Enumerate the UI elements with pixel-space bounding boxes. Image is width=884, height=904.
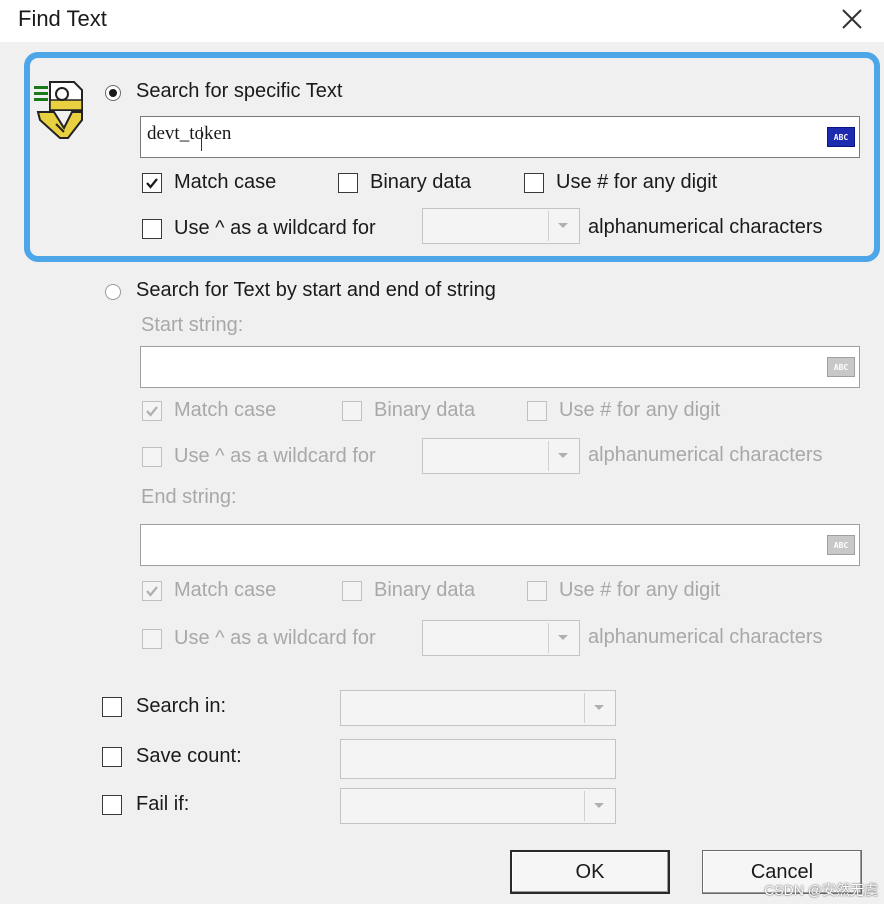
specific-binary-data-checkbox[interactable] <box>338 173 358 193</box>
title-bar: Find Text <box>0 0 884 40</box>
start-wildcard-checkbox[interactable] <box>142 447 162 467</box>
specific-text-input[interactable]: devt_token ABC <box>140 116 860 158</box>
save-count-label: Save count: <box>136 745 242 767</box>
checkmark-icon <box>146 586 158 597</box>
end-wildcard-select[interactable] <box>422 620 580 656</box>
specific-match-case-checkbox[interactable] <box>142 173 162 193</box>
checkmark-icon <box>146 178 158 189</box>
specific-digit-checkbox[interactable] <box>524 173 544 193</box>
end-binary-data-label: Binary data <box>374 579 476 601</box>
start-string-input[interactable]: ABC <box>140 346 860 388</box>
specific-wildcard-label: Use ^ as a wildcard for <box>174 217 376 239</box>
end-string-input[interactable]: ABC <box>140 524 860 566</box>
abc-icon[interactable]: ABC <box>827 127 855 147</box>
start-wildcard-label: Use ^ as a wildcard for <box>174 445 376 467</box>
chevron-down-icon <box>594 705 604 710</box>
find-text-dialog: Find Text Search for specific Text devt_… <box>0 0 884 904</box>
fail-if-select[interactable] <box>340 788 616 824</box>
dropdown-arrow <box>584 693 613 723</box>
radio-specific-text[interactable] <box>105 85 121 101</box>
abc-icon[interactable]: ABC <box>827 357 855 377</box>
start-match-case-checkbox[interactable] <box>142 401 162 421</box>
start-string-label: Start string: <box>141 314 244 336</box>
search-in-select[interactable] <box>340 690 616 726</box>
specific-alnum-label: alphanumerical characters <box>588 216 823 238</box>
radio-specific-text-label: Search for specific Text <box>136 80 343 102</box>
dropdown-arrow <box>584 791 613 821</box>
close-button[interactable] <box>834 2 870 36</box>
start-binary-data-label: Binary data <box>374 399 476 421</box>
end-alnum-label: alphanumerical characters <box>588 626 823 648</box>
radio-start-end-label: Search for Text by start and end of stri… <box>136 279 496 301</box>
text-cursor <box>201 127 202 151</box>
fail-if-label: Fail if: <box>136 793 190 815</box>
end-binary-data-checkbox[interactable] <box>342 581 362 601</box>
ok-button[interactable]: OK <box>510 850 670 894</box>
search-in-checkbox[interactable] <box>102 697 122 717</box>
end-match-case-checkbox[interactable] <box>142 581 162 601</box>
start-digit-label: Use # for any digit <box>559 399 721 421</box>
dropdown-arrow <box>548 623 577 653</box>
end-wildcard-label: Use ^ as a wildcard for <box>174 627 376 649</box>
save-count-checkbox[interactable] <box>102 747 122 767</box>
chevron-down-icon <box>558 223 568 228</box>
fail-if-checkbox[interactable] <box>102 795 122 815</box>
chevron-down-icon <box>558 635 568 640</box>
specific-text-value: devt_token <box>147 123 232 144</box>
specific-digit-label: Use # for any digit <box>556 171 718 193</box>
dropdown-arrow <box>548 211 577 241</box>
close-icon <box>842 9 862 29</box>
chevron-down-icon <box>594 803 604 808</box>
specific-wildcard-checkbox[interactable] <box>142 219 162 239</box>
end-digit-label: Use # for any digit <box>559 579 721 601</box>
checkmark-icon <box>146 406 158 417</box>
chevron-down-icon <box>558 453 568 458</box>
start-digit-checkbox[interactable] <box>527 401 547 421</box>
radio-start-end[interactable] <box>105 284 121 300</box>
specific-wildcard-select[interactable] <box>422 208 580 244</box>
end-match-case-label: Match case <box>174 579 277 601</box>
end-wildcard-checkbox[interactable] <box>142 629 162 649</box>
abc-icon[interactable]: ABC <box>827 535 855 555</box>
save-count-input[interactable] <box>340 739 616 779</box>
dialog-title: Find Text <box>18 6 107 31</box>
search-in-label: Search in: <box>136 695 227 717</box>
end-digit-checkbox[interactable] <box>527 581 547 601</box>
start-alnum-label: alphanumerical characters <box>588 444 823 466</box>
start-binary-data-checkbox[interactable] <box>342 401 362 421</box>
specific-binary-data-label: Binary data <box>370 171 472 193</box>
specific-match-case-label: Match case <box>174 171 277 193</box>
start-wildcard-select[interactable] <box>422 438 580 474</box>
watermark: CSDN @安然无虞 <box>764 882 878 898</box>
start-match-case-label: Match case <box>174 399 277 421</box>
find-text-icon <box>34 81 83 139</box>
end-string-label: End string: <box>141 486 237 508</box>
dropdown-arrow <box>548 441 577 471</box>
